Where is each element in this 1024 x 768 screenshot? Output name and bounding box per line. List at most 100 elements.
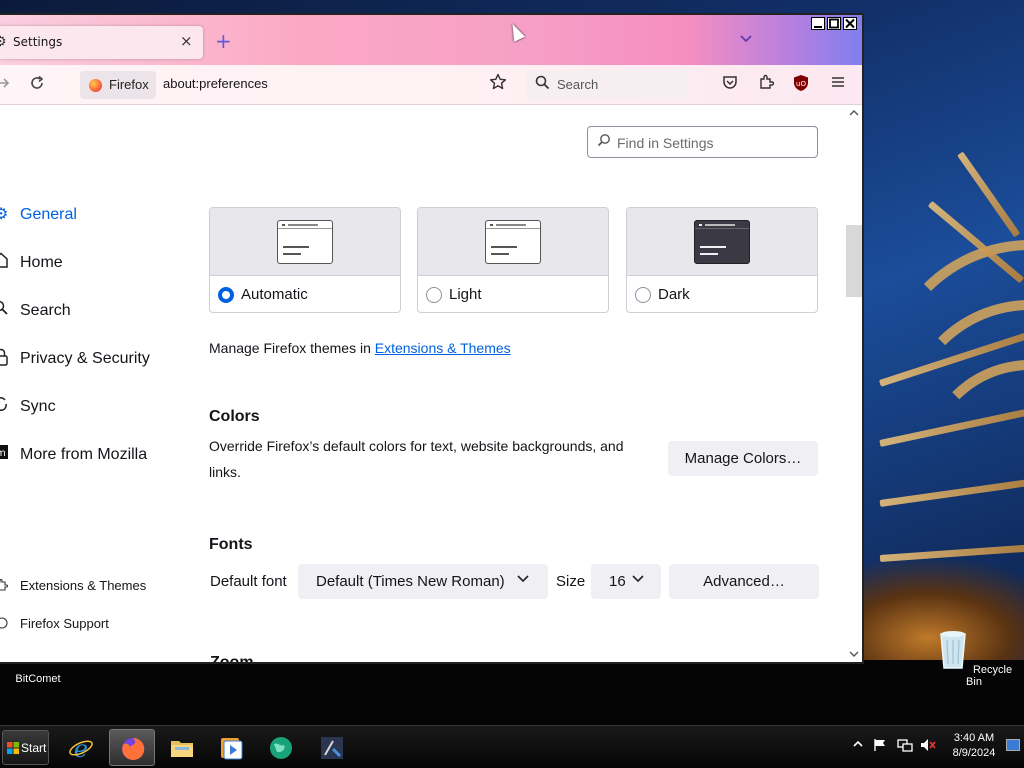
start-button[interactable]: Start: [2, 730, 49, 765]
colors-description: Override Firefox’s default colors for te…: [209, 438, 624, 480]
help-icon: [0, 617, 8, 632]
category-label: General: [20, 206, 77, 223]
firefox-icon: [122, 737, 145, 760]
theme-card-dark[interactable]: Dark: [626, 207, 818, 313]
scrollbar-thumb[interactable]: [846, 225, 862, 297]
action-center-flag-icon[interactable]: [873, 738, 887, 755]
close-tab-icon[interactable]: ×: [180, 32, 193, 50]
tab-bar: ⚙ Settings × +: [0, 15, 862, 65]
taskbar-media-player[interactable]: [208, 729, 254, 766]
taskbar-system-tool[interactable]: [309, 729, 355, 766]
gear-icon: ⚙: [0, 204, 10, 224]
colors-heading: Colors: [209, 408, 260, 425]
theme-preview-window: [694, 220, 750, 264]
vertical-scrollbar[interactable]: [846, 105, 862, 662]
identity-label: Firefox: [109, 77, 149, 92]
forward-icon[interactable]: [0, 75, 10, 95]
find-in-settings-field[interactable]: Find in Settings: [587, 126, 818, 158]
maximize-button[interactable]: [827, 17, 841, 30]
mozilla-icon: m: [0, 444, 10, 464]
settings-page: Find in Settings ⚙ General Home Search P…: [0, 105, 846, 664]
scroll-up-arrow-icon[interactable]: [849, 109, 859, 120]
fonts-heading: Fonts: [209, 536, 253, 553]
recycle-bin-icon: [940, 631, 966, 669]
minimize-button[interactable]: [811, 17, 825, 30]
search-icon: [597, 133, 611, 150]
network-icon[interactable]: [897, 738, 913, 755]
search-icon: [535, 75, 550, 94]
zoom-heading: Zoom: [210, 654, 254, 664]
tab-title: Settings: [13, 35, 63, 49]
extensions-icon[interactable]: [756, 74, 776, 94]
home-icon: [0, 252, 10, 272]
taskbar: Start e 3:40 AM 8/9/2024: [0, 725, 1024, 768]
default-font-label: Default font: [210, 573, 287, 590]
wallpaper-shadow: [0, 660, 1024, 725]
theme-radio-dark[interactable]: [635, 287, 651, 303]
font-size-value: 16: [609, 573, 626, 590]
font-size-select[interactable]: 16: [591, 564, 661, 599]
manage-themes-label: Manage Firefox themes in: [209, 340, 371, 356]
clock-time: 3:40 AM: [953, 732, 995, 744]
internet-explorer-icon: e: [69, 735, 93, 761]
bookmark-star-icon[interactable]: [489, 73, 507, 96]
theme-card-light[interactable]: Light: [417, 207, 609, 313]
tab-settings[interactable]: ⚙ Settings ×: [0, 26, 203, 59]
system-clock[interactable]: 3:40 AM 8/9/2024: [944, 731, 1004, 761]
category-label: Sync: [20, 398, 56, 415]
url-bar[interactable]: Firefox about:preferences: [78, 70, 518, 100]
new-tab-button[interactable]: +: [215, 31, 232, 51]
default-font-value: Default (Times New Roman): [316, 573, 505, 590]
taskbar-internet-explorer[interactable]: e: [58, 729, 104, 766]
manage-colors-button[interactable]: Manage Colors…: [668, 441, 818, 476]
desktop-icon-label: BitComet: [15, 673, 61, 685]
svg-text:e: e: [74, 735, 88, 761]
start-label: Start: [21, 741, 47, 755]
taskbar-browser-globe[interactable]: [258, 729, 304, 766]
default-font-select[interactable]: Default (Times New Roman): [298, 564, 548, 599]
svg-text:uO: uO: [796, 80, 806, 88]
close-window-button[interactable]: [843, 17, 857, 30]
sync-icon: [0, 396, 10, 416]
find-placeholder: Find in Settings: [617, 135, 714, 151]
identity-box[interactable]: Firefox: [80, 71, 156, 99]
url-text[interactable]: about:preferences: [163, 76, 268, 91]
menu-icon[interactable]: [828, 74, 848, 94]
media-player-icon: [221, 738, 243, 760]
manage-themes-text: Manage Firefox themes in Extensions & Th…: [209, 335, 511, 361]
size-label: Size: [556, 573, 586, 590]
footer-link-label: Firefox Support: [20, 616, 109, 631]
volume-muted-icon[interactable]: [920, 738, 936, 755]
theme-preview: [418, 208, 608, 276]
taskbar-file-explorer[interactable]: [159, 729, 205, 766]
windows-flag-icon: [7, 742, 19, 754]
theme-preview: [627, 208, 817, 276]
show-desktop-button[interactable]: [1006, 739, 1020, 751]
show-hidden-icons-icon[interactable]: [853, 738, 863, 752]
reload-icon[interactable]: [29, 75, 45, 96]
theme-preview-window: [485, 220, 541, 264]
category-label: More from Mozilla: [20, 446, 148, 463]
taskbar-firefox[interactable]: [109, 729, 155, 766]
firefox-icon: [89, 79, 102, 92]
theme-card-automatic[interactable]: Automatic: [209, 207, 401, 313]
advanced-fonts-button[interactable]: Advanced…: [669, 564, 819, 599]
desktop-icon-recycle-bin[interactable]: Recycle Bin: [934, 626, 1014, 688]
search-icon: [0, 300, 10, 320]
ublock-icon[interactable]: uO: [791, 74, 811, 94]
theme-radio-light[interactable]: [426, 287, 442, 303]
theme-label: Dark: [658, 286, 690, 303]
theme-radio-automatic[interactable]: [218, 287, 234, 303]
scroll-down-arrow-icon[interactable]: [849, 650, 859, 661]
system-tool-icon: [321, 737, 343, 759]
list-all-tabs-icon[interactable]: [739, 33, 753, 48]
theme-preview-window: [277, 220, 333, 264]
extensions-themes-inline-link[interactable]: Extensions & Themes: [375, 340, 511, 356]
search-bar[interactable]: Search: [525, 70, 690, 100]
chevron-down-icon: [631, 571, 645, 588]
clock-date: 8/9/2024: [952, 747, 996, 759]
pocket-icon[interactable]: [720, 74, 740, 94]
desktop-icon-label: Recycle Bin: [966, 664, 1013, 688]
theme-label: Automatic: [241, 286, 308, 303]
category-label: Search: [20, 302, 71, 319]
